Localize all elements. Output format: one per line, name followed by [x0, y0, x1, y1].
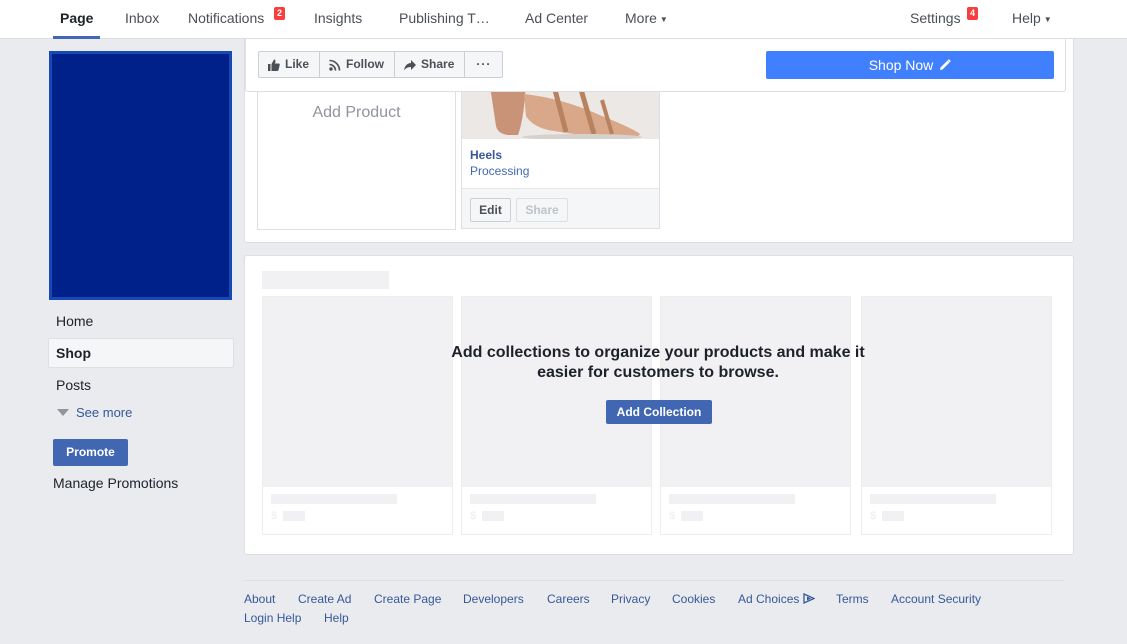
triangle-down-icon: [57, 409, 69, 416]
footer-link-about[interactable]: About: [244, 592, 275, 606]
add-product-tile[interactable]: Add Product: [257, 85, 456, 230]
tab-inbox-label: Inbox: [125, 10, 160, 26]
ellipsis-icon: ···: [476, 57, 492, 71]
rss-follow-icon: [329, 59, 341, 71]
follow-button[interactable]: Follow: [320, 52, 396, 77]
product-image[interactable]: [462, 86, 659, 139]
placeholder-image: [462, 297, 651, 487]
tab-notifications[interactable]: Notifications: [188, 0, 264, 39]
page-actions-group: Like Follow Share ···: [258, 51, 504, 78]
sidebar-item-shop[interactable]: Shop: [48, 338, 234, 368]
ad-choices-icon: [803, 592, 816, 605]
collections-empty-message: Add collections to organize your product…: [451, 344, 865, 381]
tab-publishing-tools-label: Publishing T…: [399, 10, 490, 26]
tab-insights-label: Insights: [314, 10, 363, 26]
top-navigation: Page Inbox Notifications 2 Insights Publ…: [0, 0, 1127, 39]
placeholder-line: [669, 494, 795, 504]
footer-link-help[interactable]: Help: [324, 611, 349, 625]
tab-settings[interactable]: Settings: [910, 0, 961, 39]
tab-help[interactable]: Help ▼: [1012, 0, 1052, 39]
placeholder-title: [262, 271, 389, 289]
like-label: Like: [285, 57, 310, 71]
sidebar-item-home[interactable]: Home: [48, 306, 234, 336]
placeholder-currency: $: [669, 510, 676, 522]
settings-badge: 4: [967, 7, 978, 20]
shop-now-button[interactable]: Shop Now: [766, 51, 1054, 79]
tab-more[interactable]: More ▼: [625, 0, 668, 39]
tab-inbox[interactable]: Inbox: [125, 0, 159, 39]
footer-link-developers[interactable]: Developers: [463, 592, 524, 606]
placeholder-price: [681, 511, 703, 521]
placeholder-line: [470, 494, 596, 504]
placeholder-currency: $: [470, 510, 477, 522]
caret-down-icon: ▼: [1043, 15, 1052, 24]
share-label: Share: [421, 57, 455, 71]
tab-ad-center-label: Ad Center: [525, 10, 589, 26]
sidebar-item-label: Shop: [56, 345, 91, 361]
caret-down-icon: ▼: [659, 15, 668, 24]
see-more-label: See more: [76, 405, 133, 420]
notifications-badge: 2: [274, 7, 285, 20]
heels-image: [462, 86, 659, 139]
footer-link-terms[interactable]: Terms: [836, 592, 869, 606]
share-button[interactable]: Share: [395, 52, 466, 77]
shop-now-label: Shop Now: [868, 57, 934, 73]
sidebar-item-label: Posts: [56, 377, 92, 393]
see-more-link[interactable]: See more: [57, 405, 132, 420]
tab-publishing-tools[interactable]: Publishing T…: [399, 0, 490, 39]
product-card: Heels Processing Edit Share: [461, 85, 660, 229]
add-collection-button[interactable]: Add Collection: [606, 400, 712, 424]
tab-page-label: Page: [60, 10, 94, 26]
placeholder-image: [263, 297, 452, 487]
ad-choices-label: Ad Choices: [738, 592, 800, 606]
share-arrow-icon: [404, 59, 417, 70]
active-tab-indicator: [53, 36, 101, 39]
placeholder-line: [870, 494, 996, 504]
tab-page[interactable]: Page: [53, 0, 101, 39]
sidebar-item-label: Home: [56, 313, 94, 329]
pencil-edit-icon: [940, 59, 952, 70]
placeholder-image: [862, 297, 1051, 487]
product-actions: Edit Share: [462, 188, 659, 228]
placeholder-price: [882, 511, 904, 521]
placeholder-price: [482, 511, 504, 521]
tab-more-label: More: [625, 10, 657, 26]
sidebar-item-posts[interactable]: Posts: [48, 370, 234, 400]
tab-help-label: Help: [1012, 10, 1041, 26]
tab-insights[interactable]: Insights: [314, 0, 362, 39]
share-product-button[interactable]: Share: [516, 198, 568, 222]
footer-link-account-security[interactable]: Account Security: [891, 592, 981, 606]
placeholder-line: [271, 494, 397, 504]
page-profile-picture[interactable]: [49, 51, 232, 300]
add-product-label: Add Product: [312, 104, 401, 121]
edit-product-button[interactable]: Edit: [470, 198, 511, 222]
footer-link-create-ad[interactable]: Create Ad: [298, 592, 351, 606]
footer-link-create-page[interactable]: Create Page: [374, 592, 441, 606]
follow-label: Follow: [346, 57, 385, 71]
footer-link-privacy[interactable]: Privacy: [611, 592, 650, 606]
placeholder-currency: $: [870, 510, 877, 522]
product-name[interactable]: Heels: [470, 148, 502, 162]
tab-notifications-label: Notifications: [188, 10, 265, 26]
footer-divider: [244, 580, 1064, 581]
tab-settings-label: Settings: [910, 10, 961, 26]
more-options-button[interactable]: ···: [465, 52, 502, 77]
thumbs-up-icon: [268, 59, 280, 71]
footer-link-login-help[interactable]: Login Help: [244, 611, 301, 625]
placeholder-collection-tile: $: [861, 296, 1052, 535]
product-status: Processing: [470, 164, 530, 178]
placeholder-currency: $: [271, 510, 278, 522]
footer-link-ad-choices[interactable]: Ad Choices: [738, 592, 816, 606]
promote-button[interactable]: Promote: [53, 439, 128, 466]
manage-promotions-link[interactable]: Manage Promotions: [53, 475, 178, 491]
footer-link-careers[interactable]: Careers: [547, 592, 590, 606]
tab-ad-center[interactable]: Ad Center: [525, 0, 588, 39]
footer-link-cookies[interactable]: Cookies: [672, 592, 715, 606]
like-button[interactable]: Like: [259, 52, 321, 77]
placeholder-collection-tile: $: [262, 296, 453, 535]
page-action-bar: Like Follow Share ··· Shop Now: [245, 39, 1066, 92]
placeholder-price: [283, 511, 305, 521]
placeholder-image: [661, 297, 850, 487]
